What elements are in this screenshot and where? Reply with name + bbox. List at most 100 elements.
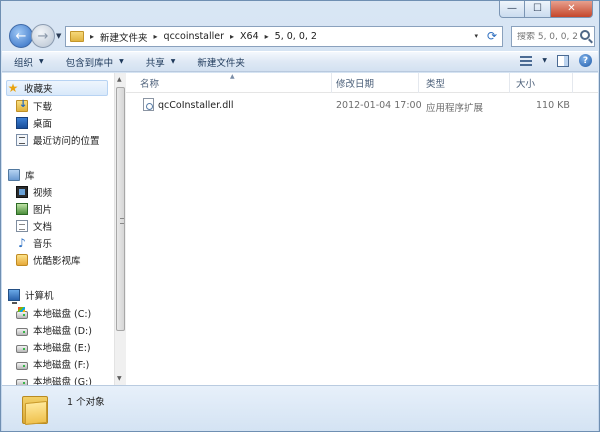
minimize-button[interactable]: — [499, 1, 525, 18]
nav-item-pictures[interactable]: 图片 [16, 201, 52, 217]
chevron-down-icon: ▼ [39, 58, 44, 65]
view-options-icon[interactable] [520, 55, 533, 66]
back-arrow-icon: ← [15, 28, 27, 44]
breadcrumb-item-qccoinstaller[interactable]: qccoinstaller [164, 31, 224, 42]
nav-computer[interactable]: 计算机 [8, 287, 54, 304]
content-area: ★ 收藏夹 下载 桌面 最近访问的位置 库 视频 [2, 73, 598, 385]
help-icon[interactable]: ? [579, 54, 592, 67]
file-name[interactable]: qcCoInstaller.dll [158, 100, 234, 111]
search-icon[interactable] [580, 30, 590, 40]
file-type: 应用程序扩展 [426, 103, 484, 114]
breadcrumb-separator-icon[interactable]: ▸ [265, 32, 269, 41]
column-header-name[interactable]: 名称 [140, 76, 159, 90]
column-divider[interactable] [331, 73, 332, 93]
new-folder-button[interactable]: 新建文件夹 [185, 55, 255, 69]
search-input[interactable] [517, 31, 579, 42]
breadcrumb-item-x64[interactable]: X64 [240, 31, 259, 42]
share-label: 共享 [145, 57, 165, 69]
table-row[interactable]: qcCoInstaller.dll 2012-01-04 17:00 应用程序扩… [126, 95, 598, 115]
breadcrumb-item-version[interactable]: 5, 0, 0, 2 [275, 31, 317, 42]
nav-item-desktop[interactable]: 桌面 [16, 115, 52, 131]
hard-drive-icon [16, 344, 28, 353]
nav-favorites[interactable]: ★ 收藏夹 [6, 80, 108, 96]
list-header: ▲ 名称 修改日期 类型 大小 [126, 73, 598, 93]
new-folder-label: 新建文件夹 [197, 57, 245, 69]
nav-item-downloads[interactable]: 下载 [16, 98, 52, 114]
details-pane: 1 个对象 [2, 385, 598, 431]
item-count: 1 个对象 [67, 397, 105, 408]
nav-libraries[interactable]: 库 [8, 167, 35, 183]
desktop-icon [16, 117, 28, 129]
nav-drive-c[interactable]: 本地磁盘 (C:) [16, 305, 91, 321]
forward-arrow-icon: → [37, 28, 49, 44]
close-button[interactable]: ✕ [551, 1, 593, 18]
column-header-modified[interactable]: 修改日期 [336, 76, 374, 90]
nav-item-label: 本地磁盘 (D:) [33, 326, 92, 337]
nav-drive-g[interactable]: 本地磁盘 (G:) [16, 373, 92, 385]
scroll-up-icon[interactable]: ▲ [117, 76, 122, 83]
view-dropdown-icon[interactable]: ▼ [542, 57, 547, 64]
scrollbar-thumb[interactable] [116, 87, 125, 331]
nav-computer-label: 计算机 [25, 291, 54, 302]
nav-item-youku-library[interactable]: 优酷影视库 [16, 252, 81, 268]
organize-button[interactable]: 组织 ▼ [2, 55, 54, 69]
caption-buttons: — ☐ ✕ [499, 1, 593, 18]
computer-icon [8, 289, 20, 304]
youku-library-icon [16, 254, 28, 266]
library-icon [8, 169, 20, 181]
maximize-button[interactable]: ☐ [525, 1, 551, 18]
navigation-pane: ★ 收藏夹 下载 桌面 最近访问的位置 库 视频 [2, 73, 114, 385]
breadcrumb-separator-icon[interactable]: ▸ [154, 32, 158, 41]
include-in-library-button[interactable]: 包含到库中 ▼ [54, 55, 134, 69]
breadcrumb-item-new-folder[interactable]: 新建文件夹 [100, 30, 148, 44]
nav-drive-e[interactable]: 本地磁盘 (E:) [16, 339, 91, 355]
nav-item-label: 最近访问的位置 [33, 136, 100, 147]
share-button[interactable]: 共享 ▼ [134, 55, 186, 69]
column-header-type[interactable]: 类型 [426, 76, 445, 90]
command-bar: 组织 ▼ 包含到库中 ▼ 共享 ▼ 新建文件夹 ▼ ? [2, 51, 598, 72]
organize-label: 组织 [14, 57, 34, 69]
scroll-down-icon[interactable]: ▼ [117, 375, 122, 382]
preview-pane-icon[interactable] [557, 54, 569, 67]
include-in-library-label: 包含到库中 [65, 57, 114, 69]
nav-item-recent-places[interactable]: 最近访问的位置 [16, 132, 100, 148]
column-divider[interactable] [509, 73, 510, 93]
refresh-icon[interactable]: ⟳ [487, 29, 497, 43]
star-icon: ★ [7, 81, 19, 95]
folder-front [25, 400, 47, 426]
search-box[interactable] [511, 26, 595, 47]
nav-item-videos[interactable]: 视频 [16, 184, 52, 200]
address-dropdown-icon[interactable]: ▾ [474, 32, 478, 40]
nav-drive-d[interactable]: 本地磁盘 (D:) [16, 322, 92, 338]
nav-item-label: 下载 [33, 102, 53, 113]
documents-icon [16, 220, 28, 232]
nav-item-label: 本地磁盘 (E:) [33, 343, 91, 354]
view-controls: ▼ ? [520, 54, 592, 67]
nav-item-label: 图片 [33, 205, 53, 216]
breadcrumb-separator-icon[interactable]: ▸ [90, 32, 94, 41]
nav-item-documents[interactable]: 文档 [16, 218, 52, 234]
column-divider[interactable] [572, 73, 573, 93]
nav-item-music[interactable]: ♪ 音乐 [16, 235, 52, 251]
chevron-down-icon: ▼ [119, 58, 124, 65]
column-divider[interactable] [418, 73, 419, 93]
navigation-scrollbar[interactable]: ▲ ▼ [114, 73, 126, 385]
hard-drive-icon [16, 327, 28, 336]
column-header-size[interactable]: 大小 [516, 76, 535, 90]
forward-button[interactable]: → [31, 24, 55, 48]
breadcrumb-separator-icon[interactable]: ▸ [230, 32, 234, 41]
nav-drive-f[interactable]: 本地磁盘 (F:) [16, 356, 89, 372]
explorer-window: — ☐ ✕ ← → ▼ ▸ 新建文件夹 ▸ qccoinstaller ▸ X6… [0, 0, 600, 432]
recent-pages-dropdown-icon[interactable]: ▼ [56, 32, 61, 40]
nav-item-label: 文档 [33, 222, 53, 233]
address-bar[interactable]: ▸ 新建文件夹 ▸ qccoinstaller ▸ X64 ▸ 5, 0, 0,… [65, 26, 503, 47]
videos-icon [16, 186, 28, 198]
file-list: ▲ 名称 修改日期 类型 大小 qcCoInstaller.dll 2012-0… [126, 73, 598, 385]
hard-drive-icon [16, 361, 28, 370]
nav-item-label: 音乐 [33, 239, 53, 250]
nav-item-label: 本地磁盘 (F:) [33, 360, 90, 371]
dll-file-icon [143, 98, 154, 111]
file-modified: 2012-01-04 17:00 [336, 100, 422, 111]
sort-ascending-icon: ▲ [230, 73, 235, 80]
back-button[interactable]: ← [9, 24, 33, 48]
